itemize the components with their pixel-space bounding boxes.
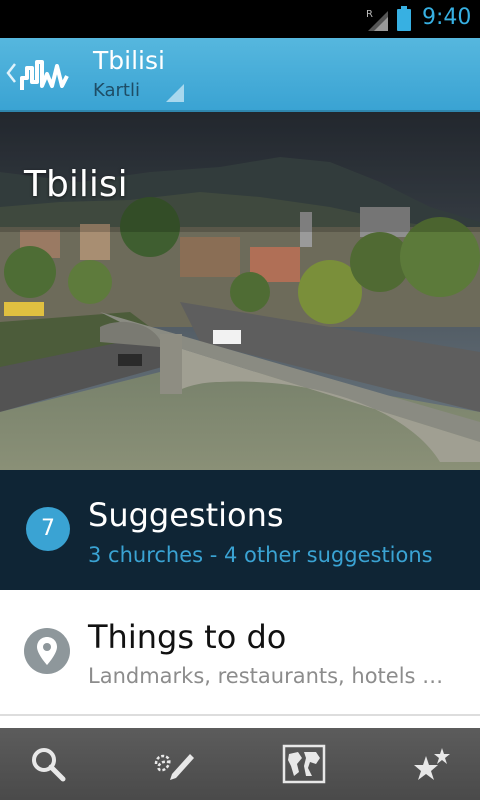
hero-image[interactable]: Tbilisi	[0, 112, 480, 470]
suggestions-subtitle: 3 churches - 4 other suggestions	[88, 543, 433, 567]
suggestions-title: Suggestions	[88, 496, 284, 534]
bottom-toolbar	[0, 728, 480, 800]
write-review-button[interactable]	[152, 742, 196, 786]
spinner-triangle-icon[interactable]	[166, 84, 184, 102]
roaming-indicator: R	[366, 9, 373, 20]
suggestions-count-badge: 7	[26, 507, 70, 551]
hero-title: Tbilisi	[24, 164, 128, 205]
things-to-do-row[interactable]: Things to do Landmarks, restaurants, hot…	[0, 590, 480, 716]
things-to-do-subtitle: Landmarks, restaurants, hotels …	[88, 664, 444, 688]
world-map-icon	[282, 744, 326, 784]
battery-icon	[397, 6, 411, 31]
location-title[interactable]: Tbilisi	[93, 46, 165, 75]
action-bar: Tbilisi Kartli	[0, 38, 480, 112]
city-skyline-logo-icon[interactable]	[20, 56, 70, 92]
map-pin-icon	[24, 628, 70, 674]
chevron-left-icon[interactable]	[5, 62, 17, 84]
clock: 9:40	[422, 5, 472, 30]
suggestions-row[interactable]: 7 Suggestions 3 churches - 4 other sugge…	[0, 470, 480, 590]
signal-icon: R	[366, 9, 388, 31]
favorites-button[interactable]	[410, 742, 454, 786]
world-map-button[interactable]	[282, 742, 326, 786]
search-button[interactable]	[26, 742, 70, 786]
location-subtitle[interactable]: Kartli	[93, 80, 140, 101]
favorites-stars-icon	[414, 748, 450, 780]
status-bar: R 9:40	[0, 0, 480, 38]
things-to-do-title: Things to do	[88, 618, 287, 656]
search-icon	[32, 748, 66, 782]
write-review-icon	[154, 754, 194, 780]
